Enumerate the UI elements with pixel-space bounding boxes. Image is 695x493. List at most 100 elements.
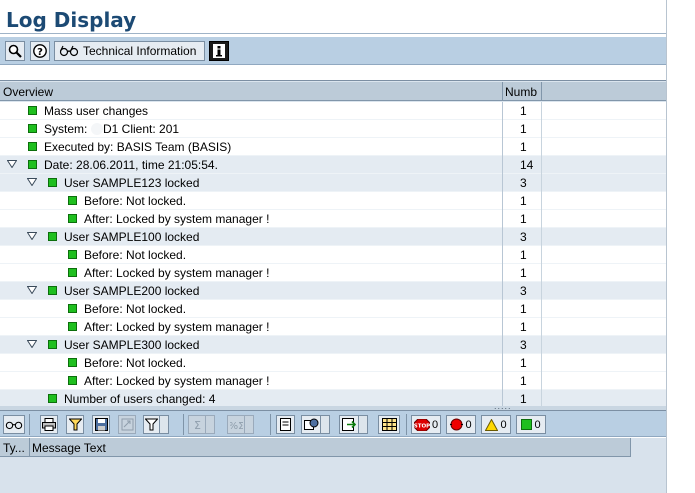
status-green-icon	[68, 268, 77, 277]
tree-row-label: Executed by: BASIS Team (BASIS)	[44, 140, 232, 154]
tree-row-label: After: Locked by system manager !	[84, 320, 270, 334]
tree-row[interactable]: User SAMPLE123 locked 3	[0, 174, 666, 192]
warning-count: 0	[500, 418, 507, 431]
tree-row[interactable]: User SAMPLE300 locked 3	[0, 336, 666, 354]
column-header-overview[interactable]: Overview	[3, 85, 53, 99]
filter-icon	[145, 418, 158, 431]
column-divider	[541, 246, 542, 264]
print-preview-button[interactable]	[276, 415, 295, 434]
print-button[interactable]	[40, 415, 58, 434]
subtotal-dropdown[interactable]	[245, 415, 254, 434]
tree-row-count: 1	[520, 266, 527, 280]
column-divider	[541, 192, 542, 210]
status-green-icon	[48, 286, 57, 295]
tree-row[interactable]: System: D1 Client: 201 1	[0, 120, 666, 138]
column-divider	[502, 156, 503, 174]
status-green-icon	[28, 106, 37, 115]
views-dropdown[interactable]	[321, 415, 330, 434]
column-divider	[502, 300, 503, 318]
save-button[interactable]	[92, 415, 110, 434]
expand-toggle-icon[interactable]	[7, 160, 17, 168]
error-messages-button[interactable]: 0	[446, 415, 476, 434]
column-divider	[541, 138, 542, 156]
column-divider	[541, 102, 542, 120]
tree-row-count: 1	[520, 248, 527, 262]
tree-row[interactable]: User SAMPLE200 locked 3	[0, 282, 666, 300]
tree-row-label-tail: D1 Client: 201	[103, 122, 180, 136]
tree-row-label: After: Locked by system manager !	[84, 266, 270, 280]
column-divider	[541, 372, 542, 390]
column-divider	[541, 318, 542, 336]
set-filter-button[interactable]	[143, 415, 160, 434]
status-green-icon	[48, 232, 57, 241]
save-icon	[94, 418, 108, 431]
sum-icon: Σ	[194, 419, 201, 431]
column-divider	[502, 264, 503, 282]
tree-row[interactable]: Before: Not locked. 1	[0, 300, 666, 318]
toolbar-separator	[406, 414, 407, 435]
column-divider[interactable]	[502, 82, 503, 101]
status-green-icon	[68, 304, 77, 313]
column-divider	[541, 336, 542, 354]
local-file-dropdown[interactable]	[359, 415, 368, 434]
status-green-icon	[48, 178, 57, 187]
tree-row[interactable]: Before: Not locked. 1	[0, 192, 666, 210]
tree-row-count: 1	[520, 320, 527, 334]
expand-toggle-icon[interactable]	[27, 232, 37, 240]
tree-row-count: 1	[520, 392, 527, 406]
warning-messages-button[interactable]: 0	[481, 415, 511, 434]
views-button[interactable]	[301, 415, 321, 434]
column-divider	[502, 192, 503, 210]
export-button[interactable]	[118, 415, 136, 434]
column-divider	[502, 102, 503, 120]
tree-row[interactable]: After: Locked by system manager ! 1	[0, 318, 666, 336]
tree-row-label: After: Locked by system manager !	[84, 212, 270, 226]
status-green-icon	[28, 142, 37, 151]
find-button[interactable]	[5, 41, 25, 61]
tree-row[interactable]: Before: Not locked. 1	[0, 354, 666, 372]
column-divider	[541, 300, 542, 318]
success-icon	[521, 419, 533, 430]
tree-header: Overview Numb	[0, 82, 666, 101]
expand-toggle-icon[interactable]	[27, 178, 37, 186]
tree-row[interactable]: Date: 28.06.2011, time 21:05:54. 14	[0, 156, 666, 174]
tree-row[interactable]: User SAMPLE100 locked 3	[0, 228, 666, 246]
stop-messages-button[interactable]: STOP 0	[411, 415, 441, 434]
tree-row[interactable]: After: Locked by system manager ! 1	[0, 372, 666, 390]
toolbar-separator	[29, 414, 30, 435]
expand-toggle-icon[interactable]	[27, 286, 37, 294]
local-file-button[interactable]	[339, 415, 359, 434]
tree-row[interactable]: Mass user changes 1	[0, 102, 666, 120]
tree-row[interactable]: Before: Not locked. 1	[0, 246, 666, 264]
column-header-message-text[interactable]: Message Text	[32, 441, 106, 455]
sum-dropdown[interactable]	[206, 415, 215, 434]
tree-row-label: After: Locked by system manager !	[84, 374, 270, 388]
sum-button[interactable]: Σ	[188, 415, 206, 434]
svg-text:?: ?	[37, 47, 43, 58]
info-button[interactable]	[209, 41, 229, 61]
layout-button[interactable]	[378, 415, 400, 434]
tree-row-count: 3	[520, 176, 527, 190]
tree-row[interactable]: After: Locked by system manager ! 1	[0, 264, 666, 282]
filter-dropdown[interactable]	[160, 415, 169, 434]
column-divider	[502, 318, 503, 336]
tree-row[interactable]: After: Locked by system manager ! 1	[0, 210, 666, 228]
expand-toggle-icon[interactable]	[27, 340, 37, 348]
subtotal-button[interactable]: %Σ	[227, 415, 245, 434]
tree-row-count: 3	[520, 230, 527, 244]
detail-button[interactable]	[3, 415, 25, 434]
status-green-icon	[68, 250, 77, 259]
success-messages-button[interactable]: 0	[516, 415, 546, 434]
column-header-type[interactable]: Ty...	[3, 441, 25, 455]
tree-row[interactable]: Executed by: BASIS Team (BASIS) 1	[0, 138, 666, 156]
error-icon	[450, 418, 464, 431]
column-header-number[interactable]: Numb	[505, 85, 537, 99]
column-divider[interactable]	[541, 82, 542, 101]
column-divider[interactable]	[29, 438, 30, 457]
status-green-icon	[28, 160, 37, 169]
filter-button[interactable]	[66, 415, 84, 434]
tree-row-label: User SAMPLE123 locked	[64, 176, 200, 190]
toolbar-spacer	[0, 66, 666, 80]
help-button[interactable]: ?	[30, 41, 50, 61]
technical-information-button[interactable]: Technical Information	[54, 41, 205, 61]
